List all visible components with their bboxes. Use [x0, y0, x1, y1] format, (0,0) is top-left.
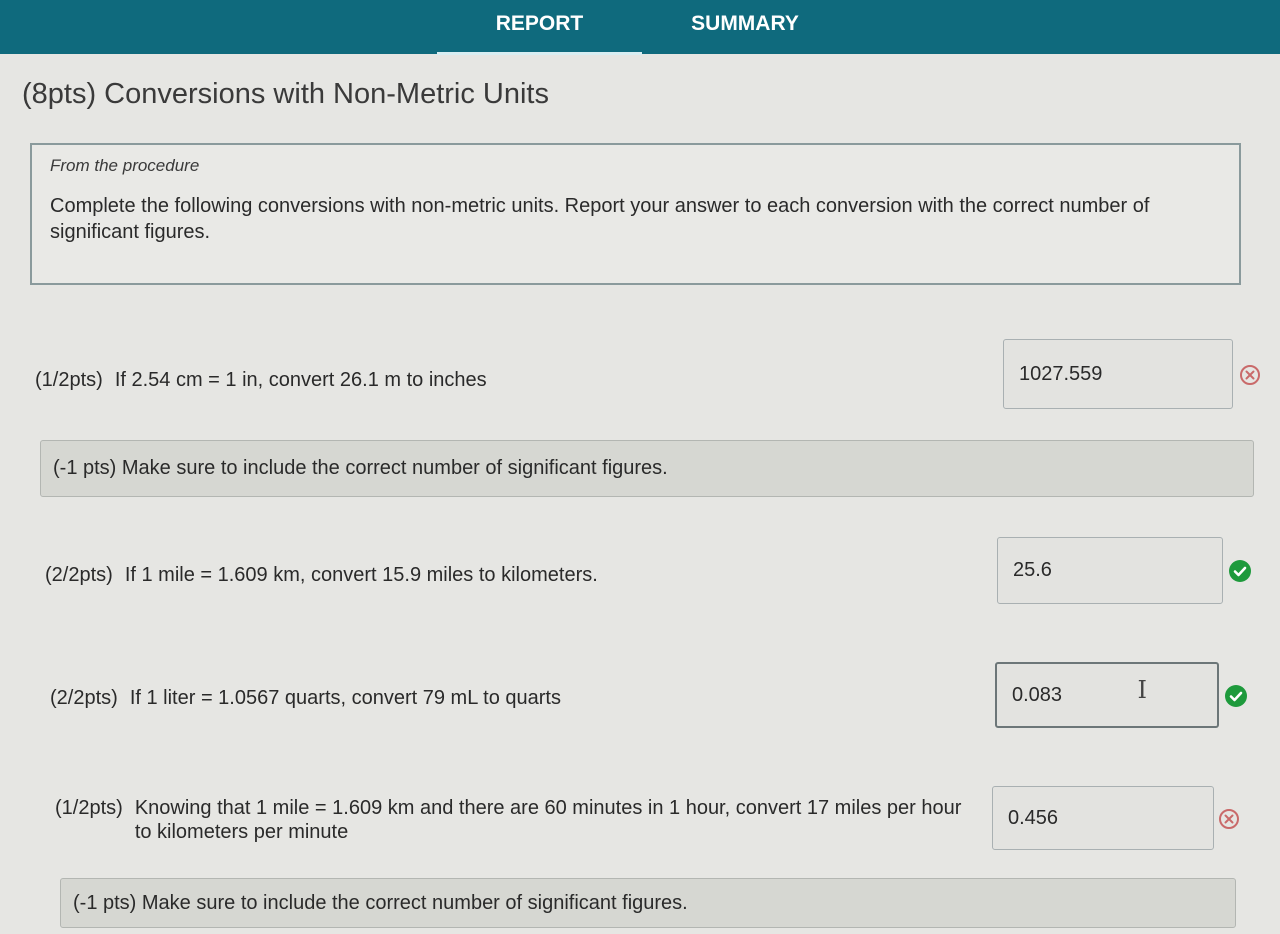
text-cursor-icon: I	[1137, 676, 1147, 704]
question-2-points: (2/2pts)	[45, 564, 113, 586]
question-3: (2/2pts) If 1 liter = 1.0567 quarts, con…	[50, 686, 950, 710]
tab-summary[interactable]: SUMMARY	[645, 0, 845, 54]
question-4-text: Knowing that 1 mile = 1.609 km and there…	[134, 797, 962, 843]
question-3-answer-field[interactable]: 0.083 I	[995, 662, 1219, 728]
incorrect-icon	[1219, 809, 1239, 829]
question-4-feedback-text: (-1 pts) Make sure to include the correc…	[73, 891, 688, 914]
incorrect-icon	[1240, 365, 1260, 385]
question-2-text: If 1 mile = 1.609 km, convert 15.9 miles…	[124, 564, 598, 586]
question-1-answer-value: 1027.559	[1019, 362, 1103, 385]
question-4-answer-value: 0.456	[1008, 806, 1059, 829]
question-4: (1/2pts) Knowing that 1 mile = 1.609 km …	[55, 796, 970, 844]
question-2-answer-value: 25.6	[1013, 559, 1052, 581]
question-4-answer-field[interactable]: 0.456	[992, 786, 1214, 850]
question-2-answer-field[interactable]: 25.6	[997, 537, 1223, 604]
procedure-caption: From the procedure	[50, 156, 200, 175]
question-1-points: (1/2pts)	[35, 369, 103, 391]
question-3-points: (2/2pts)	[50, 687, 118, 709]
question-3-answer-value: 0.083	[1012, 683, 1063, 706]
active-tab-indicator	[437, 52, 642, 55]
question-1-answer-field[interactable]: 1027.559	[1003, 339, 1233, 409]
question-3-text: If 1 liter = 1.0567 quarts, convert 79 m…	[129, 687, 561, 709]
checkmark-icon	[1225, 685, 1247, 707]
question-4-points: (1/2pts)	[55, 797, 123, 819]
question-4-feedback: (-1 pts) Make sure to include the correc…	[60, 878, 1236, 928]
top-nav-bar: REPORT SUMMARY	[0, 0, 1280, 55]
question-1-feedback-text: (-1 pts) Make sure to include the correc…	[53, 457, 668, 479]
procedure-instructions: Complete the following conversions with …	[50, 195, 1150, 243]
question-1-feedback: (-1 pts) Make sure to include the correc…	[40, 440, 1254, 497]
question-1: (1/2pts) If 2.54 cm = 1 in, convert 26.1…	[35, 368, 935, 392]
question-2: (2/2pts) If 1 mile = 1.609 km, convert 1…	[45, 563, 945, 587]
procedure-box: From the procedure Complete the followin…	[30, 143, 1241, 285]
page-title: (8pts) Conversions with Non-Metric Units	[22, 78, 549, 110]
question-1-text: If 2.54 cm = 1 in, convert 26.1 m to inc…	[114, 369, 487, 391]
checkmark-icon	[1229, 560, 1251, 582]
tab-report[interactable]: REPORT	[437, 0, 642, 54]
